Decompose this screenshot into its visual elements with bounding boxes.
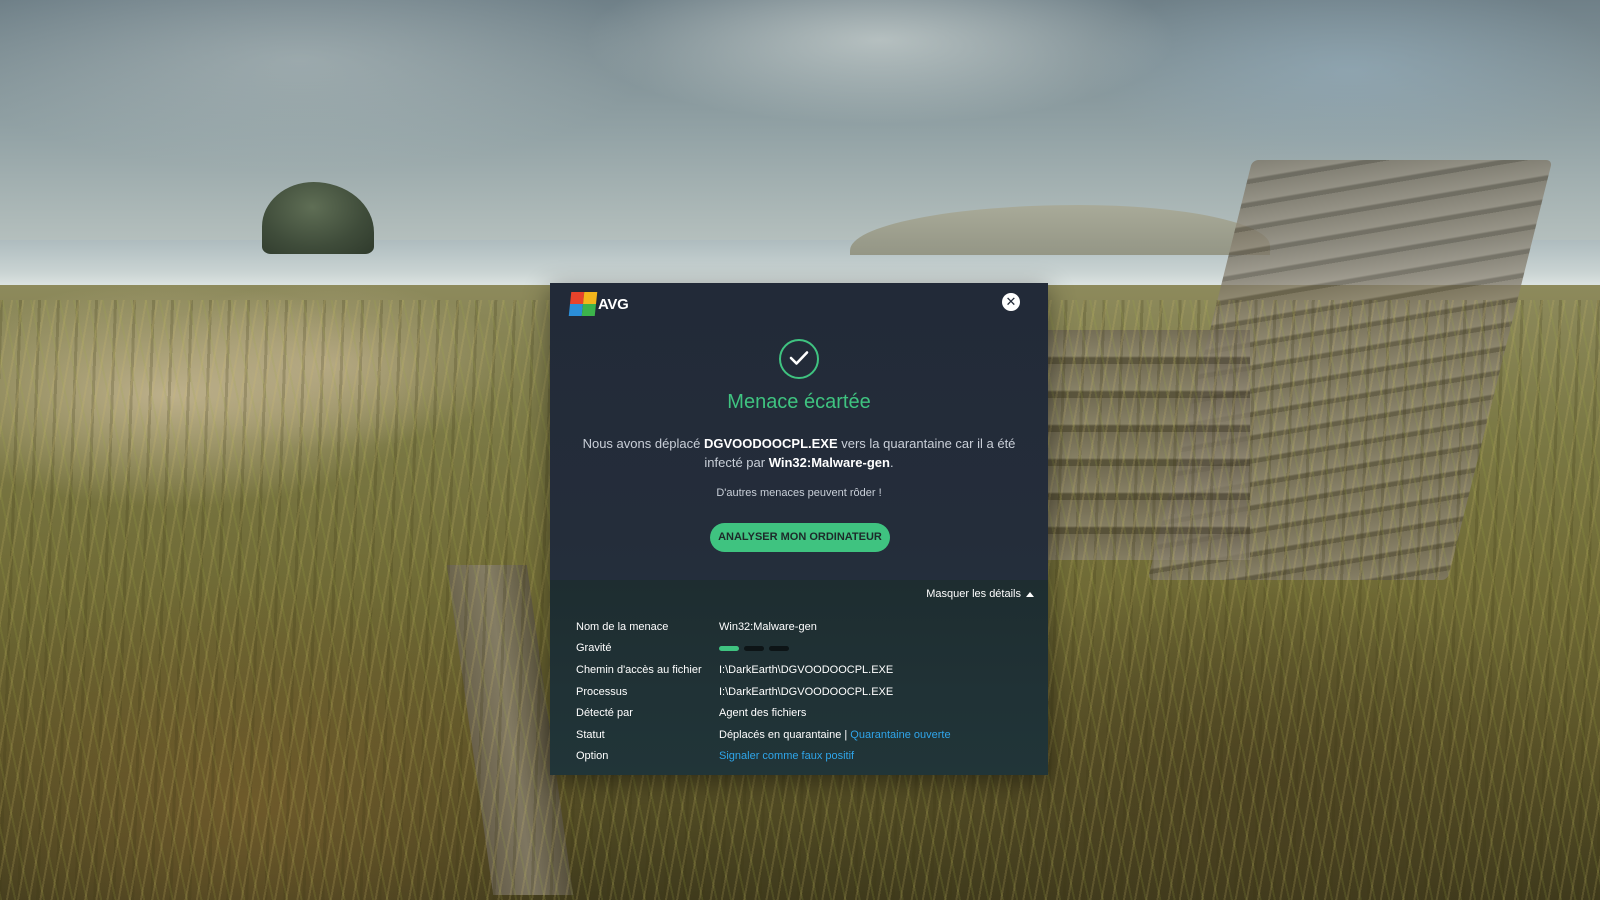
detail-label: Gravité: [576, 642, 612, 655]
avg-logo-icon: [568, 292, 598, 316]
scan-computer-button[interactable]: ANALYSER MON ORDINATEUR: [710, 523, 890, 552]
brand-name: AVG: [598, 295, 629, 313]
severity-meter: [719, 645, 794, 651]
detail-value-threat-name: Win32:Malware-gen: [719, 620, 817, 633]
status-text: Déplacés en quarantaine |: [719, 728, 848, 741]
detail-row-severity: Gravité: [576, 638, 1036, 660]
detail-label: Option: [576, 750, 609, 763]
detail-label: Chemin d'accès au fichier: [576, 663, 702, 676]
detail-label: Statut: [576, 728, 605, 741]
severity-segment: [769, 645, 789, 651]
infected-file-name: DGVOODOOCPL.EXE: [704, 436, 838, 451]
detail-label: Nom de la menace: [576, 620, 669, 633]
severity-segment: [719, 645, 739, 651]
hide-details-label: Masquer les détails: [926, 588, 1021, 600]
message-part-1: Nous avons déplacé: [582, 436, 704, 451]
avg-logo: AVG: [568, 291, 629, 317]
close-icon[interactable]: ✕: [1002, 293, 1020, 311]
severity-segment: [744, 645, 764, 651]
detail-value-status: Déplacés en quarantaine | Quarantaine ou…: [719, 729, 951, 741]
hide-details-toggle[interactable]: Masquer les détails: [926, 588, 1034, 600]
detail-row-status: Statut Déplacés en quarantaine | Quarant…: [576, 724, 1036, 746]
message-part-3: .: [889, 455, 894, 470]
dialog-header: AVG ✕: [550, 283, 1048, 333]
detail-value-file-path: I:\DarkEarth\DGVOODOOCPL.EXE: [719, 663, 894, 676]
details-rows: Nom de la menace Win32:Malware-gen Gravi…: [576, 616, 1036, 767]
detail-label: Détecté par: [576, 707, 633, 720]
warning-subtext: D'autres menaces peuvent rôder !: [716, 487, 882, 499]
threat-name: Win32:Malware-gen: [768, 455, 890, 470]
details-panel: Masquer les détails Nom de la menace Win…: [550, 580, 1048, 775]
caret-up-icon: [1026, 591, 1034, 597]
detail-value-option: Signaler comme faux positif: [719, 750, 854, 762]
detail-value-process: I:\DarkEarth\DGVOODOOCPL.EXE: [719, 685, 894, 698]
detail-value-detected-by: Agent des fichiers: [719, 707, 807, 720]
detail-row-process: Processus I:\DarkEarth\DGVOODOOCPL.EXE: [576, 681, 1036, 703]
checkmark-icon: [779, 339, 819, 379]
detail-row-threat-name: Nom de la menace Win32:Malware-gen: [576, 616, 1036, 638]
detail-row-detected-by: Détecté par Agent des fichiers: [576, 702, 1036, 724]
dialog-title: Menace écartée: [727, 391, 871, 413]
detail-row-file-path: Chemin d'accès au fichier I:\DarkEarth\D…: [576, 659, 1036, 681]
report-false-positive-link[interactable]: Signaler comme faux positif: [719, 750, 854, 762]
detail-row-option: Option Signaler comme faux positif: [576, 746, 1036, 768]
open-quarantine-link[interactable]: Quarantaine ouverte: [850, 729, 950, 741]
desktop: AVG ✕ Menace écartée Nous avons déplacé …: [0, 0, 1600, 900]
threat-message: Nous avons déplacé DGVOODOOCPL.EXE vers …: [580, 434, 1018, 472]
detail-label: Processus: [576, 685, 628, 698]
threat-notification-dialog: AVG ✕ Menace écartée Nous avons déplacé …: [550, 283, 1048, 775]
